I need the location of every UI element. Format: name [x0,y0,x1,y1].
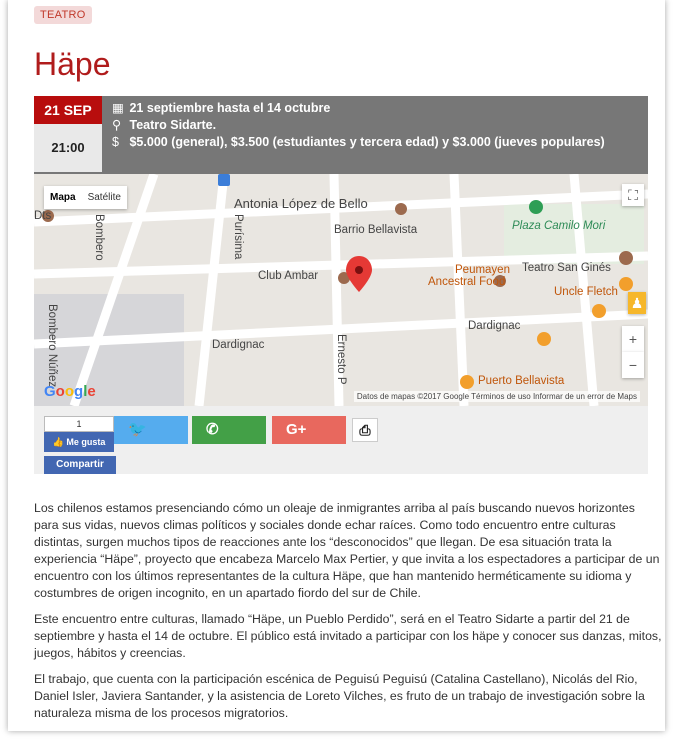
map-label: Plaza Camilo Mori [512,220,606,232]
map-type-mapa[interactable]: Mapa [44,186,82,209]
print-icon: ⎙ [359,422,371,438]
article-paragraph: El trabajo, que cuenta con la participac… [34,672,645,720]
time-badge: 21:00 [34,124,102,172]
map-pin-icon: ⚲ [112,118,122,132]
map-label: Antonia López de Bello [234,196,368,211]
event-venue: ⚲ Teatro Sidarte. [112,117,605,134]
google-plus-share-button[interactable]: G+ [272,416,346,444]
map-label: Bombero [93,214,105,261]
map-label: Peumayen [455,264,510,276]
category-badge[interactable]: TEATRO [34,6,92,24]
map-attribution[interactable]: Datos de mapas ©2017 Google Términos de … [353,391,640,402]
google-logo: Google [44,383,96,400]
event-title: Häpe [34,46,111,82]
page-frame: TEATRO Häpe 21 SEP 21:00 ▦ 21 septiembre… [8,0,665,731]
twitter-share-button[interactable]: 🐦 [114,416,188,444]
map-label: Ancestral Food [428,276,506,288]
map-label: Teatro San Ginés [522,262,611,274]
like-button[interactable]: 👍 Me gusta [44,432,114,452]
date-badge: 21 SEP [34,96,102,124]
map-label: Dardignac [468,320,521,332]
map-type-switch: Mapa Satélite [44,186,127,209]
map-type-satelite[interactable]: Satélite [82,186,127,209]
map-label: Ernesto P [335,334,347,385]
share-bar: 1 👍 Me gusta Compartir 🐦 ✆ G+ ⎙ [34,406,648,474]
google-plus-icon: G+ [286,421,307,438]
event-info-bar: 21 SEP 21:00 ▦ 21 septiembre hasta el 14… [34,96,648,174]
dollar-icon: $ [112,135,119,149]
map-label: Bombero Núñez [46,304,58,388]
facebook-share-button[interactable]: Compartir [44,456,116,474]
facebook-like-widget: 1 👍 Me gusta [44,416,114,454]
article-body: Los chilenos estamos presenciando cómo u… [34,500,662,731]
like-count: 1 [44,416,114,432]
event-price: $ $5.000 (general), $3.500 (estudiantes … [112,134,605,151]
article-paragraph: Este encuentro entre culturas, llamado “… [34,612,662,660]
event-price-text: $5.000 (general), $3.500 (estudiantes y … [129,135,605,149]
map-label: Dts [34,210,52,222]
whatsapp-share-button[interactable]: ✆ [192,416,266,444]
map-label: Puerto Bellavista [478,375,565,387]
zoom-in-button[interactable]: + [622,326,644,352]
event-dates: ▦ 21 septiembre hasta el 14 octubre [112,100,605,117]
event-venue-text: Teatro Sidarte. [129,118,217,132]
pegman-icon[interactable]: ♟ [628,292,646,314]
calendar-icon: ▦ [112,101,124,115]
thumbs-up-icon: 👍 [52,437,64,447]
zoom-out-button[interactable]: − [622,352,644,378]
google-map[interactable]: Mapa Satélite Dts Antonia López de Bello… [34,174,648,406]
event-details: ▦ 21 septiembre hasta el 14 octubre ⚲ Te… [112,100,605,151]
fullscreen-icon[interactable]: ⛶ [622,184,644,206]
event-dates-text: 21 septiembre hasta el 14 octubre [129,101,331,115]
whatsapp-icon: ✆ [206,421,219,438]
map-label: Dardignac [212,339,265,351]
twitter-icon: 🐦 [128,421,147,438]
like-label: Me gusta [66,437,106,447]
map-label: Uncle Fletch [554,286,618,298]
map-label: Purísima [232,214,244,260]
map-label: Barrio Bellavista [334,224,418,236]
print-button[interactable]: ⎙ [352,418,378,442]
map-label: Club Ambar [258,270,319,282]
article-paragraph: Los chilenos estamos presenciando cómo u… [34,501,660,600]
